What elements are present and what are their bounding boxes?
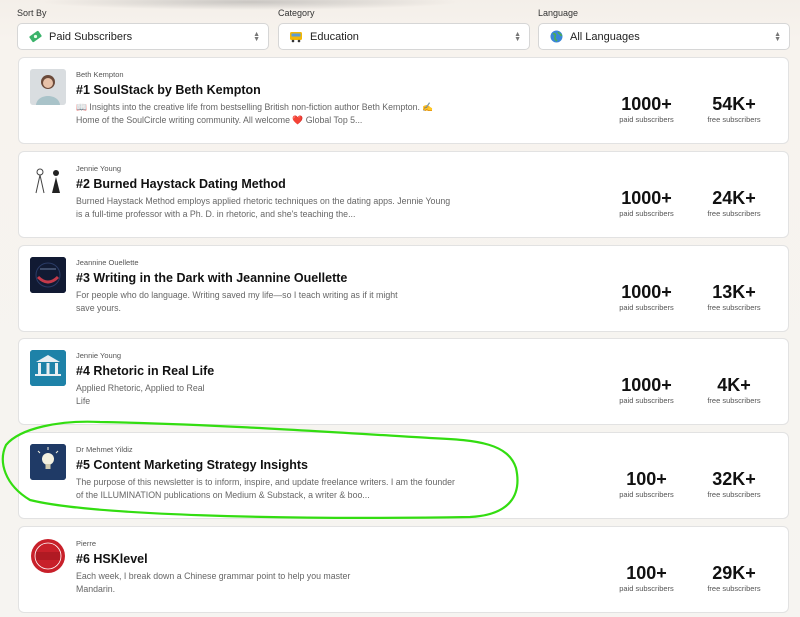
free-count: 13K+	[712, 282, 756, 302]
paid-count: 1000+	[621, 375, 672, 395]
chevron-updown-icon: ▲ ▼	[514, 30, 521, 43]
newsletter-title[interactable]: #1 SoulStack by Beth Kempton	[76, 83, 261, 97]
newsletter-logo	[30, 350, 66, 386]
paid-label: paid subscribers	[619, 584, 674, 593]
newsletter-description: The purpose of this newsletter is to inf…	[76, 477, 455, 500]
author-name: Beth Kempton	[76, 70, 124, 79]
free-label: free subscribers	[707, 303, 761, 312]
newsletter-card[interactable]: Jeannine Ouellette #3 Writing in the Dar…	[18, 245, 789, 332]
free-label: free subscribers	[707, 396, 761, 405]
paid-subscribers-stat: 1000+ paid subscribers	[609, 188, 684, 218]
paid-subscribers-stat: 100+ paid subscribers	[609, 563, 684, 593]
newsletter-title[interactable]: #2 Burned Haystack Dating Method	[76, 177, 286, 191]
category-select[interactable]: Education ▲ ▼	[278, 23, 530, 50]
paid-subscribers-stat: 100+ paid subscribers	[609, 469, 684, 499]
author-illustration	[30, 163, 66, 199]
paid-label: paid subscribers	[619, 490, 674, 499]
free-count: 54K+	[712, 94, 756, 114]
category-value: Education	[310, 30, 359, 43]
free-label: free subscribers	[707, 209, 761, 218]
chevron-updown-icon: ▲ ▼	[774, 30, 781, 43]
paid-label: paid subscribers	[619, 115, 674, 124]
paid-label: paid subscribers	[619, 303, 674, 312]
free-subscribers-stat: 32K+ free subscribers	[700, 469, 768, 499]
newsletter-description: Burned Haystack Method employs applied r…	[76, 196, 451, 219]
newsletter-logo	[30, 538, 66, 574]
filter-bar: Sort By Paid Subscribers ▲ ▼ Category Edu…	[17, 7, 790, 53]
paid-count: 1000+	[621, 282, 672, 302]
newsletter-title[interactable]: #4 Rhetoric in Real Life	[76, 364, 214, 378]
free-count: 24K+	[712, 188, 756, 208]
newsletter-logo	[30, 444, 66, 480]
language-filter: Language All Languages ▲ ▼	[538, 7, 790, 50]
sort-by-label: Sort By	[17, 8, 47, 18]
sort-by-select[interactable]: Paid Subscribers ▲ ▼	[17, 23, 269, 50]
paid-count: 1000+	[621, 94, 672, 114]
newsletter-card[interactable]: Jennie Young #2 Burned Haystack Dating M…	[18, 151, 789, 238]
newsletter-logo	[30, 257, 66, 293]
newsletter-title[interactable]: #6 HSKlevel	[76, 552, 148, 566]
author-name: Jeannine Ouellette	[76, 258, 139, 267]
free-subscribers-stat: 13K+ free subscribers	[700, 282, 768, 312]
free-label: free subscribers	[707, 490, 761, 499]
newsletter-card[interactable]: Pierre #6 HSKlevel Each week, I break do…	[18, 526, 789, 613]
newsletter-description: Each week, I break down a Chinese gramma…	[76, 571, 351, 594]
newsletter-card[interactable]: Beth Kempton #1 SoulStack by Beth Kempto…	[18, 57, 789, 144]
paid-count: 100+	[626, 563, 667, 583]
paid-subscribers-stat: 1000+ paid subscribers	[609, 375, 684, 405]
language-select[interactable]: All Languages ▲ ▼	[538, 23, 790, 50]
free-subscribers-stat: 54K+ free subscribers	[700, 94, 768, 124]
paid-subscribers-stat: 1000+ paid subscribers	[609, 282, 684, 312]
free-count: 29K+	[712, 563, 756, 583]
category-filter: Category Education ▲ ▼	[278, 7, 530, 50]
newsletter-card[interactable]: Jennie Young #4 Rhetoric in Real Life Ap…	[18, 338, 789, 425]
paid-label: paid subscribers	[619, 209, 674, 218]
author-name: Jennie Young	[76, 351, 122, 360]
sort-by-value: Paid Subscribers	[49, 30, 133, 43]
free-label: free subscribers	[707, 584, 761, 593]
language-value: All Languages	[570, 30, 640, 43]
paid-label: paid subscribers	[619, 396, 674, 405]
free-subscribers-stat: 29K+ free subscribers	[700, 563, 768, 593]
author-name: Jennie Young	[76, 164, 122, 173]
chevron-updown-icon: ▲ ▼	[253, 30, 260, 43]
newsletter-description: 📖 Insights into the creative life from b…	[76, 102, 434, 125]
free-count: 4K+	[717, 375, 751, 395]
author-name: Dr Mehmet Yildiz	[76, 445, 133, 454]
newsletter-title[interactable]: #5 Content Marketing Strategy Insights	[76, 458, 308, 472]
newsletter-title[interactable]: #3 Writing in the Dark with Jeannine Oue…	[76, 271, 347, 285]
free-subscribers-stat: 24K+ free subscribers	[700, 188, 768, 218]
money-icon	[28, 30, 42, 44]
free-subscribers-stat: 4K+ free subscribers	[700, 375, 768, 405]
author-name: Pierre	[76, 539, 97, 548]
free-label: free subscribers	[707, 115, 761, 124]
paid-count: 100+	[626, 469, 667, 489]
author-photo	[30, 69, 66, 105]
paid-count: 1000+	[621, 188, 672, 208]
free-count: 32K+	[712, 469, 756, 489]
newsletter-description: Applied Rhetoric, Applied to Real Life	[76, 383, 205, 406]
category-label: Category	[278, 8, 315, 18]
sort-by-filter: Sort By Paid Subscribers ▲ ▼	[17, 7, 269, 50]
newsletter-description: For people who do language. Writing save…	[76, 290, 398, 313]
paid-subscribers-stat: 1000+ paid subscribers	[609, 94, 684, 124]
language-label: Language	[538, 8, 579, 18]
newsletter-card[interactable]: Dr Mehmet Yildiz #5 Content Marketing St…	[18, 432, 789, 519]
bus-icon	[289, 30, 303, 44]
globe-icon	[549, 30, 563, 44]
